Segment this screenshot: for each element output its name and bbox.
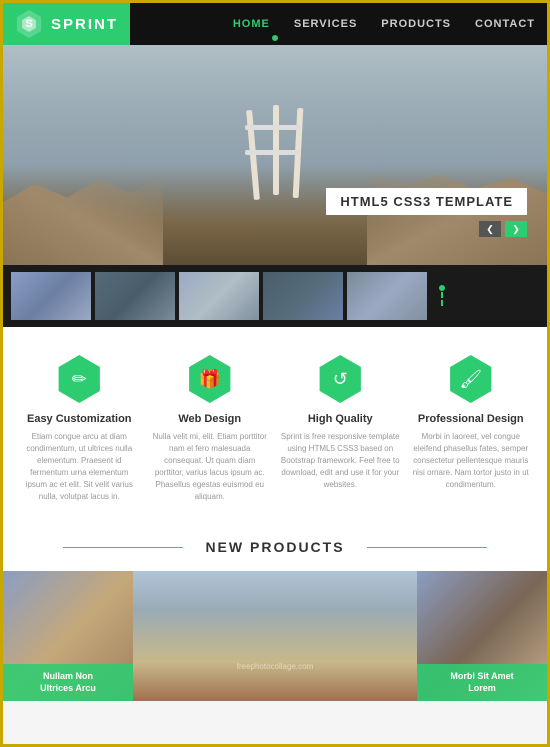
feature-customization-icon: ✏: [55, 355, 103, 403]
thumbnail-5[interactable]: [347, 272, 427, 320]
thumbnail-strip: [3, 265, 547, 327]
thumbnail-1[interactable]: [11, 272, 91, 320]
feature-professional-icon: 🖌: [447, 355, 495, 403]
brand-name: SPRINT: [51, 16, 118, 33]
new-products-header: NEW PRODUCTS: [3, 539, 547, 555]
feature-quality: ↺ High Quality Sprint is free responsive…: [280, 355, 400, 503]
feature-professional: 🖌 Professional Design Morbi in laoreet, …: [411, 355, 531, 503]
feature-quality-text: Sprint is free responsive template using…: [280, 431, 400, 491]
brand-block: S SPRINT: [3, 3, 130, 45]
thumbnail-4[interactable]: [263, 272, 343, 320]
new-products-section: NEW PRODUCTS Nullam Non Ultrices Arcu fr…: [3, 523, 547, 701]
hero-chair: [235, 100, 315, 200]
brand-hex-inner: S: [21, 16, 37, 32]
feature-customization-text: Etiam congue arcu at diam condimentum, u…: [19, 431, 139, 503]
thumb-indicator: [439, 285, 445, 307]
nav-services[interactable]: SERVICES: [294, 18, 357, 30]
feature-webdesign-icon: 🎁: [186, 355, 234, 403]
nav-contact[interactable]: CONTACT: [475, 18, 535, 30]
indicator-dot: [439, 285, 445, 291]
brand-hex-icon: S: [15, 10, 43, 38]
product-label-1: Nullam Non Ultrices Arcu: [3, 664, 133, 701]
header-line-left: [63, 547, 183, 548]
product-card-2[interactable]: freephotocollage.com: [133, 571, 417, 701]
feature-quality-title: High Quality: [280, 413, 400, 425]
hero-section: HTML5 CSS3 TEMPLATE ❮ ❯: [3, 45, 547, 265]
nav-links: HOME SERVICES PRODUCTS CONTACT: [233, 18, 535, 30]
thumbnail-2[interactable]: [95, 272, 175, 320]
new-products-title: NEW PRODUCTS: [205, 539, 344, 555]
nav-products[interactable]: PRODUCTS: [381, 18, 451, 30]
feature-webdesign-text: Nulla velit mi, elit. Etiam porttitor na…: [150, 431, 270, 503]
feature-professional-text: Morbi in laoreet, vel congue eleifend ph…: [411, 431, 531, 491]
feature-webdesign-title: Web Design: [150, 413, 270, 425]
feature-webdesign: 🎁 Web Design Nulla velit mi, elit. Etiam…: [150, 355, 270, 503]
navbar: S SPRINT HOME SERVICES PRODUCTS CONTACT: [3, 3, 547, 45]
hero-arrows: ❮ ❯: [479, 221, 527, 237]
thumbnail-3[interactable]: [179, 272, 259, 320]
watermark: freephotocollage.com: [237, 662, 314, 671]
feature-quality-icon: ↺: [316, 355, 364, 403]
hero-grass-left: [3, 175, 163, 265]
products-grid: Nullam Non Ultrices Arcu freephotocollag…: [3, 571, 547, 701]
brand-initial: S: [25, 18, 32, 30]
hero-prev-arrow[interactable]: ❮: [479, 221, 501, 237]
hero-background: [3, 45, 547, 265]
product-card-3[interactable]: Morbi Sit Amet Lorem: [417, 571, 547, 701]
indicator-line: [441, 292, 443, 298]
features-section: ✏ Easy Customization Etiam congue arcu a…: [3, 327, 547, 523]
product-label-3: Morbi Sit Amet Lorem: [417, 664, 547, 701]
nav-home[interactable]: HOME: [233, 18, 270, 30]
indicator-line-2: [441, 300, 443, 306]
hero-next-arrow[interactable]: ❯: [505, 221, 527, 237]
feature-customization-title: Easy Customization: [19, 413, 139, 425]
hero-grass-right: [367, 170, 547, 265]
feature-professional-title: Professional Design: [411, 413, 531, 425]
product-card-1[interactable]: Nullam Non Ultrices Arcu: [3, 571, 133, 701]
feature-customization: ✏ Easy Customization Etiam congue arcu a…: [19, 355, 139, 503]
header-line-right: [367, 547, 487, 548]
nav-active-indicator: [272, 35, 278, 41]
hero-label: HTML5 CSS3 TEMPLATE: [326, 188, 527, 215]
